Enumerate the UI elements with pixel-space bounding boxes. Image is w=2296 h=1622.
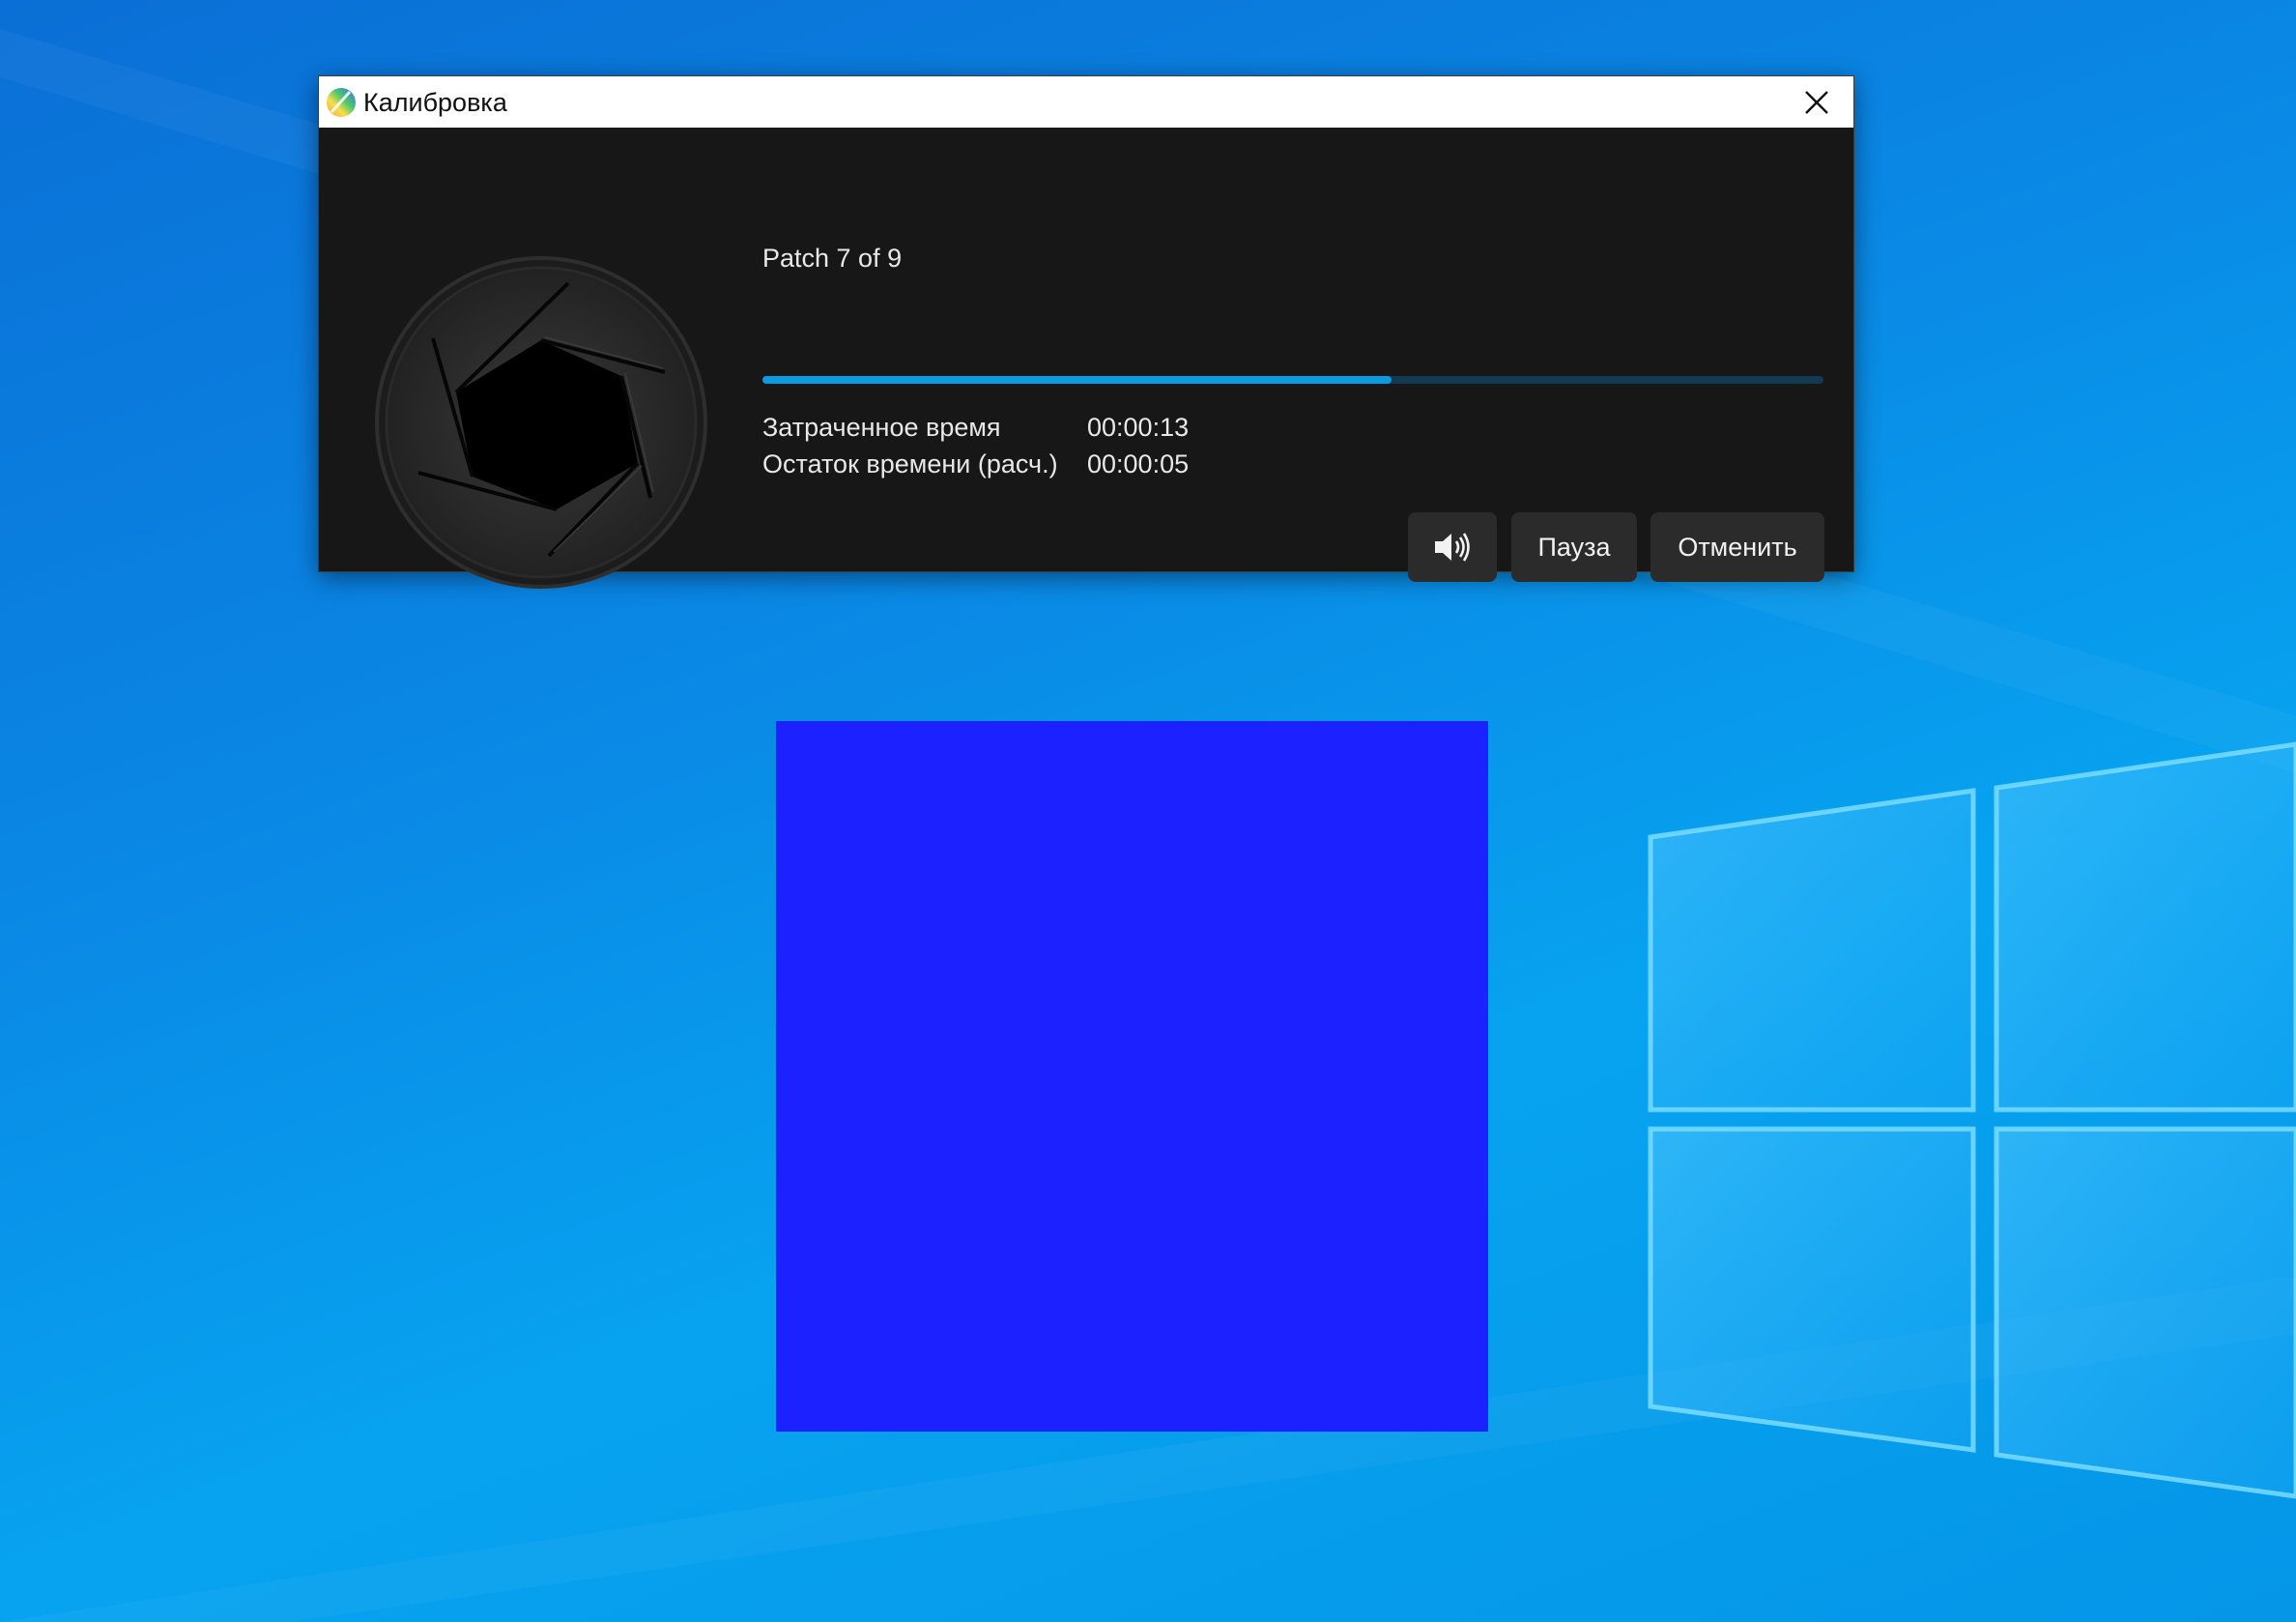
calibration-app-icon: [327, 88, 356, 117]
calibration-color-patch: [776, 721, 1488, 1432]
remaining-time-value: 00:00:05: [1087, 449, 1190, 478]
progress-bar-fill: [762, 376, 1392, 384]
sound-button[interactable]: [1408, 512, 1497, 582]
elapsed-time-value: 00:00:13: [1087, 413, 1190, 442]
progress-bar: [762, 376, 1823, 384]
remaining-time-label: Остаток времени (расч.): [762, 449, 1058, 478]
calibration-content: Patch 7 of 9 Затраченное время 00:00:13 …: [319, 128, 1853, 589]
cancel-button[interactable]: Отменить: [1650, 512, 1824, 582]
elapsed-time-label: Затраченное время: [762, 413, 1001, 442]
desktop-background: Калибровка Patch 7 of 9 Затраченное врем…: [0, 0, 2296, 1622]
close-icon: [1805, 90, 1828, 114]
window-title: Калибровка: [363, 88, 507, 117]
close-button[interactable]: [1780, 76, 1853, 128]
aperture-icon: [375, 256, 707, 589]
speaker-icon: [1435, 533, 1470, 562]
pause-button[interactable]: Пауза: [1511, 512, 1637, 582]
patch-progress-label: Patch 7 of 9: [762, 244, 903, 273]
title-bar[interactable]: Калибровка: [319, 76, 1853, 128]
calibration-window: Калибровка Patch 7 of 9 Затраченное врем…: [318, 75, 1854, 589]
